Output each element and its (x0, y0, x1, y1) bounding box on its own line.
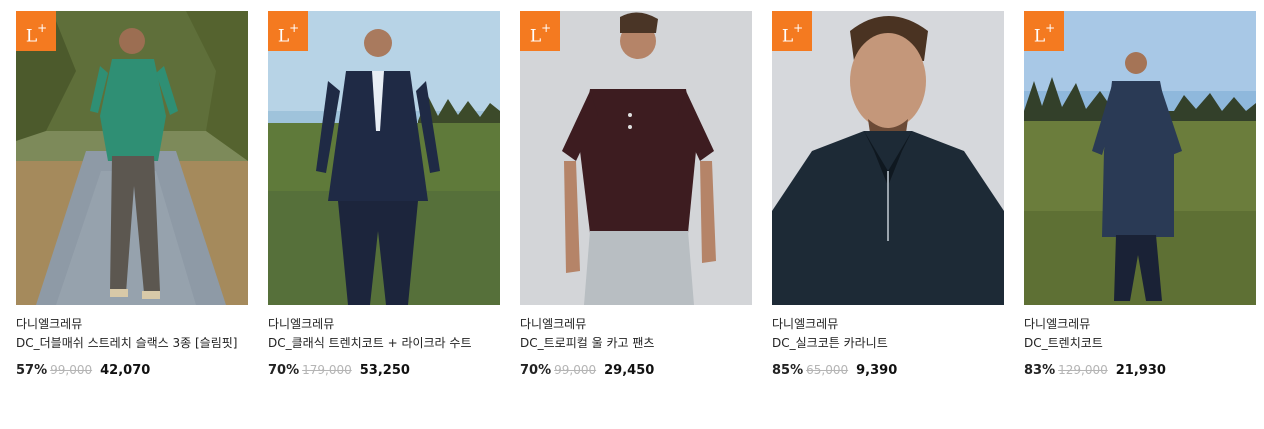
discount-rate: 57% (16, 363, 48, 378)
product-image-4[interactable]: L+ (772, 11, 1004, 305)
product-grid: L+ 다니엘크레뮤 DC_더블매쉬 스트레치 슬랙스 3종 [슬림핏] 57% 9… (0, 0, 1264, 429)
product-brand: 다니엘크레뮤 (16, 317, 83, 331)
original-price: 129,000 (1058, 363, 1108, 377)
sale-price: 21,930 (1115, 363, 1166, 378)
price-row: 70% 99,000 29,450 (520, 361, 752, 380)
lplus-badge: L+ (268, 11, 308, 51)
original-price: 99,000 (50, 363, 93, 377)
product-image-1[interactable]: L+ (16, 11, 248, 305)
product-card-3[interactable]: L+ 다니엘크레뮤 DC_트로피컬 울 카고 팬츠 70% 99,000 29,45… (520, 11, 752, 380)
product-image-2[interactable]: L+ (268, 11, 500, 305)
product-name[interactable]: DC_실크코튼 카라니트 (772, 334, 1004, 352)
product-card-2[interactable]: L+ 다니엘크레뮤 DC_클래식 트렌치코트 + 라이크라 수트 70% 179,… (268, 11, 500, 380)
sale-price: 53,250 (359, 363, 410, 378)
product-brand: 다니엘크레뮤 (1024, 317, 1091, 331)
lplus-badge: L+ (520, 11, 560, 51)
sale-price: 9,390 (856, 363, 898, 378)
lplus-badge: L+ (1024, 11, 1064, 51)
price-row: 83% 129,000 21,930 (1024, 361, 1256, 380)
product-card-5[interactable]: L+ 다니엘크레뮤 DC_트렌치코트 83% 129,000 21,930 (1024, 11, 1256, 380)
price-row: 57% 99,000 42,070 (16, 361, 248, 380)
discount-rate: 70% (268, 363, 300, 378)
product-name[interactable]: DC_트렌치코트 (1024, 334, 1256, 352)
original-price: 65,000 (806, 363, 849, 377)
discount-rate: 83% (1024, 363, 1056, 378)
sale-price: 42,070 (100, 363, 151, 378)
discount-rate: 85% (772, 363, 804, 378)
product-name[interactable]: DC_클래식 트렌치코트 + 라이크라 수트 (268, 334, 500, 352)
product-brand: 다니엘크레뮤 (520, 317, 587, 331)
original-price: 179,000 (302, 363, 352, 377)
price-row: 85% 65,000 9,390 (772, 361, 1004, 380)
sale-price: 29,450 (604, 363, 655, 378)
original-price: 99,000 (554, 363, 597, 377)
product-card-1[interactable]: L+ 다니엘크레뮤 DC_더블매쉬 스트레치 슬랙스 3종 [슬림핏] 57% 9… (16, 11, 248, 380)
product-name[interactable]: DC_더블매쉬 스트레치 슬랙스 3종 [슬림핏] (16, 334, 248, 352)
product-image-3[interactable]: L+ (520, 11, 752, 305)
discount-rate: 70% (520, 363, 552, 378)
product-name[interactable]: DC_트로피컬 울 카고 팬츠 (520, 334, 752, 352)
product-image-5[interactable]: L+ (1024, 11, 1256, 305)
product-brand: 다니엘크레뮤 (772, 317, 839, 331)
lplus-badge: L+ (772, 11, 812, 51)
product-card-4[interactable]: L+ 다니엘크레뮤 DC_실크코튼 카라니트 85% 65,000 9,390 (772, 11, 1004, 380)
lplus-badge: L+ (16, 11, 56, 51)
product-brand: 다니엘크레뮤 (268, 317, 335, 331)
price-row: 70% 179,000 53,250 (268, 361, 500, 380)
